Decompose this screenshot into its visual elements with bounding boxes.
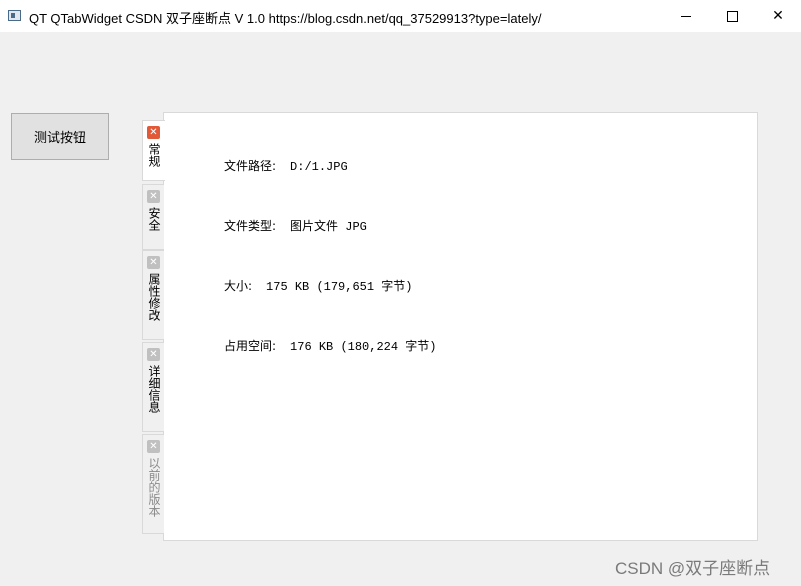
tab-general[interactable]: ✕ 常规 — [142, 120, 165, 181]
watermark: CSDN @双子座断点 — [615, 559, 771, 578]
close-button[interactable]: ✕ — [755, 0, 801, 32]
disk-usage-row: 占用空间: 176 KB (180,224 字节) — [224, 337, 436, 354]
minimize-button[interactable] — [663, 0, 709, 32]
file-path-label: 文件路径: — [224, 159, 277, 173]
file-path-value: D:/1.JPG — [290, 160, 348, 174]
tab-property-edit[interactable]: ✕ 属性修改 — [142, 250, 164, 340]
title-bar: QT QTabWidget CSDN 双子座断点 V 1.0 https://b… — [0, 0, 801, 32]
file-size-label: 大小: — [224, 279, 253, 293]
window-title: QT QTabWidget CSDN 双子座断点 V 1.0 https://b… — [29, 11, 542, 26]
file-type-value: 图片文件 JPG — [290, 220, 367, 234]
tab-content-panel — [163, 112, 758, 541]
maximize-button[interactable] — [709, 0, 755, 32]
tab-close-icon[interactable]: ✕ — [147, 440, 160, 453]
app-icon — [8, 10, 21, 21]
file-type-label: 文件类型: — [224, 219, 277, 233]
test-button[interactable]: 测试按钮 — [11, 113, 109, 160]
minimize-icon — [681, 15, 691, 17]
tab-label: 安全 — [147, 207, 161, 231]
maximize-icon — [726, 10, 738, 22]
tab-close-icon[interactable]: ✕ — [147, 126, 160, 139]
tab-close-icon[interactable]: ✕ — [147, 190, 160, 203]
disk-usage-label: 占用空间: — [224, 339, 277, 353]
file-type-row: 文件类型: 图片文件 JPG — [224, 217, 367, 234]
file-size-value: 175 KB (179,651 字节) — [266, 280, 413, 294]
close-icon: ✕ — [772, 8, 784, 24]
tab-label: 属性修改 — [147, 273, 161, 321]
tab-label: 以前的版本 — [147, 457, 161, 517]
tab-label: 常规 — [147, 143, 161, 167]
tab-label: 详细信息 — [147, 365, 161, 413]
tab-previous-versions[interactable]: ✕ 以前的版本 — [142, 434, 164, 534]
tab-security[interactable]: ✕ 安全 — [142, 184, 164, 250]
tab-close-icon[interactable]: ✕ — [147, 256, 160, 269]
tab-close-icon[interactable]: ✕ — [147, 348, 160, 361]
tab-details[interactable]: ✕ 详细信息 — [142, 342, 164, 432]
file-path-row: 文件路径: D:/1.JPG — [224, 157, 348, 174]
file-size-row: 大小: 175 KB (179,651 字节) — [224, 277, 412, 294]
disk-usage-value: 176 KB (180,224 字节) — [290, 340, 437, 354]
